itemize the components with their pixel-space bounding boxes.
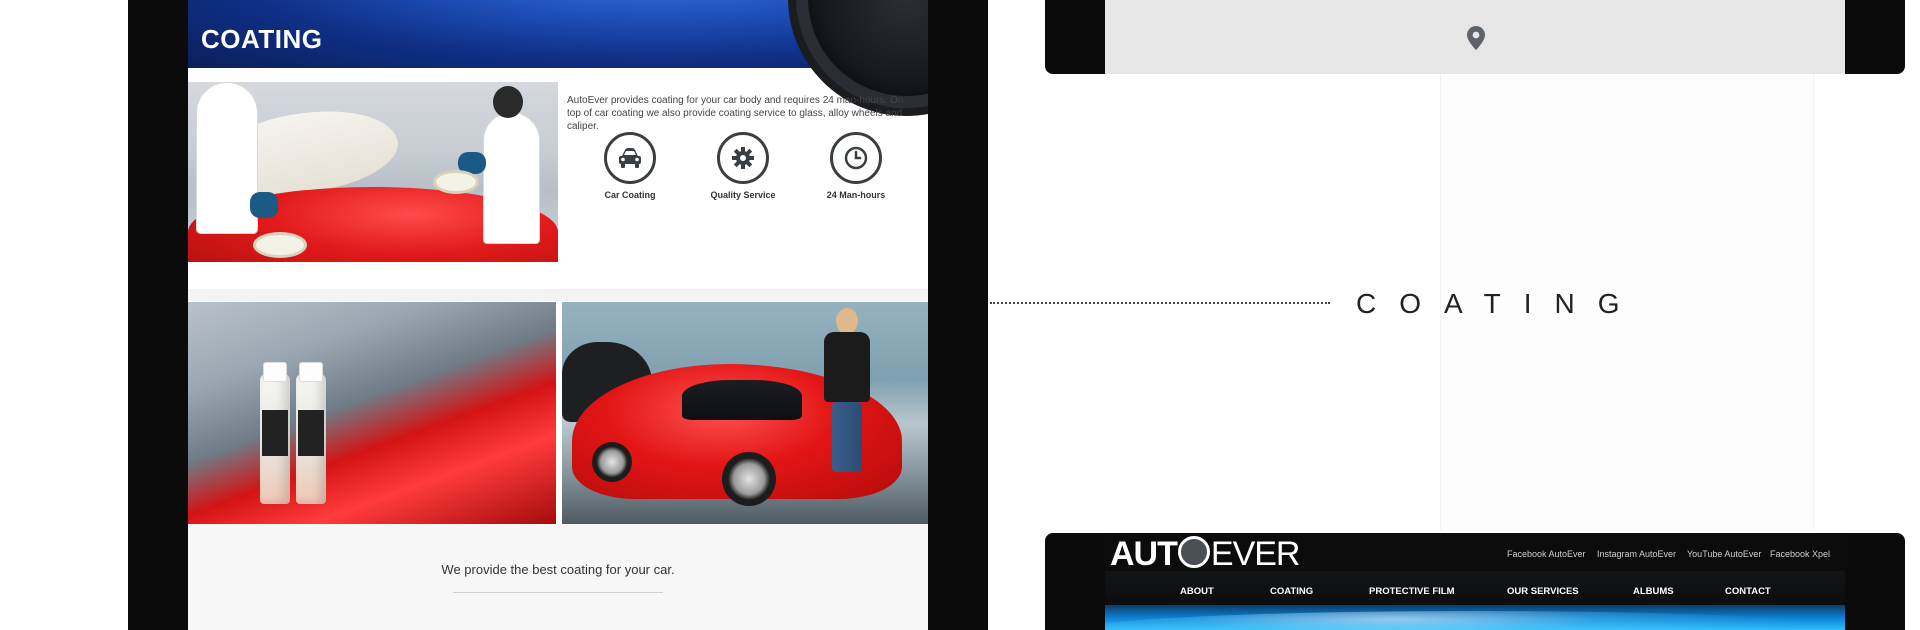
nav-protective-film[interactable]: PROTECTIVE FILM [1369, 586, 1455, 597]
autoever-logo[interactable]: AUT EVER [1110, 535, 1301, 574]
logo-rest: EVER [1210, 535, 1301, 573]
link-instagram-autoever[interactable]: Instagram AutoEver [1597, 549, 1676, 559]
map-area[interactable] [1105, 0, 1845, 74]
nav-about[interactable]: ABOUT [1180, 586, 1214, 597]
nav-coating[interactable]: COATING [1270, 586, 1313, 597]
dotted-connector [990, 302, 1330, 304]
feature-quality-service: Quality Service [688, 132, 798, 200]
car-icon [604, 132, 656, 184]
map-device-frame [1045, 0, 1905, 74]
logo-o-mark [1177, 536, 1210, 568]
main-nav: ABOUT COATING PROTECTIVE FILM OUR SERVIC… [1105, 571, 1845, 605]
nav-albums[interactable]: ALBUMS [1633, 586, 1674, 597]
logo-bold: AUT [1110, 535, 1178, 573]
link-facebook-autoever[interactable]: Facebook AutoEver [1507, 549, 1586, 559]
divider [453, 592, 663, 593]
feature-car-coating: Car Coating [575, 132, 685, 200]
feature-label: Car Coating [604, 190, 656, 200]
tagline-text: We provide the best coating for your car… [441, 562, 675, 577]
page-title: COATING [201, 24, 323, 54]
intro-paragraph: AutoEver provides coating for your car b… [567, 95, 904, 132]
link-facebook-xpel[interactable]: Facebook Xpel [1770, 549, 1830, 559]
coating-bottle [260, 362, 290, 504]
site-header-screen: AUT EVER Facebook AutoEver Instagram Auto… [1105, 533, 1845, 630]
nav-contact[interactable]: CONTACT [1725, 586, 1771, 597]
nav-our-services[interactable]: OUR SERVICES [1507, 586, 1579, 597]
site-device-frame: AUT EVER Facebook AutoEver Instagram Auto… [1045, 533, 1905, 630]
map-pin-icon[interactable] [1467, 26, 1485, 50]
section-label: COATING [1356, 288, 1643, 319]
ferrari-owner-photo [562, 302, 928, 524]
feature-label: Quality Service [710, 190, 776, 200]
coating-page-screen: COATING AutoEver provides coating for yo… [188, 0, 928, 630]
person [824, 302, 870, 472]
feature-label: 24 Man-hours [826, 190, 886, 200]
hero-banner: COATING [188, 0, 928, 116]
tagline-section: We provide the best coating for your car… [188, 524, 928, 630]
feature-24-man-hours: 24 Man-hours [801, 132, 911, 200]
clock-icon [830, 132, 882, 184]
link-youtube-autoever[interactable]: YouTube AutoEver [1687, 549, 1761, 559]
coating-bottle [296, 362, 326, 504]
gear-icon [717, 132, 769, 184]
coating-bottles-photo [188, 302, 556, 524]
coating-workers-photo [188, 82, 558, 262]
section-divider [188, 289, 928, 301]
